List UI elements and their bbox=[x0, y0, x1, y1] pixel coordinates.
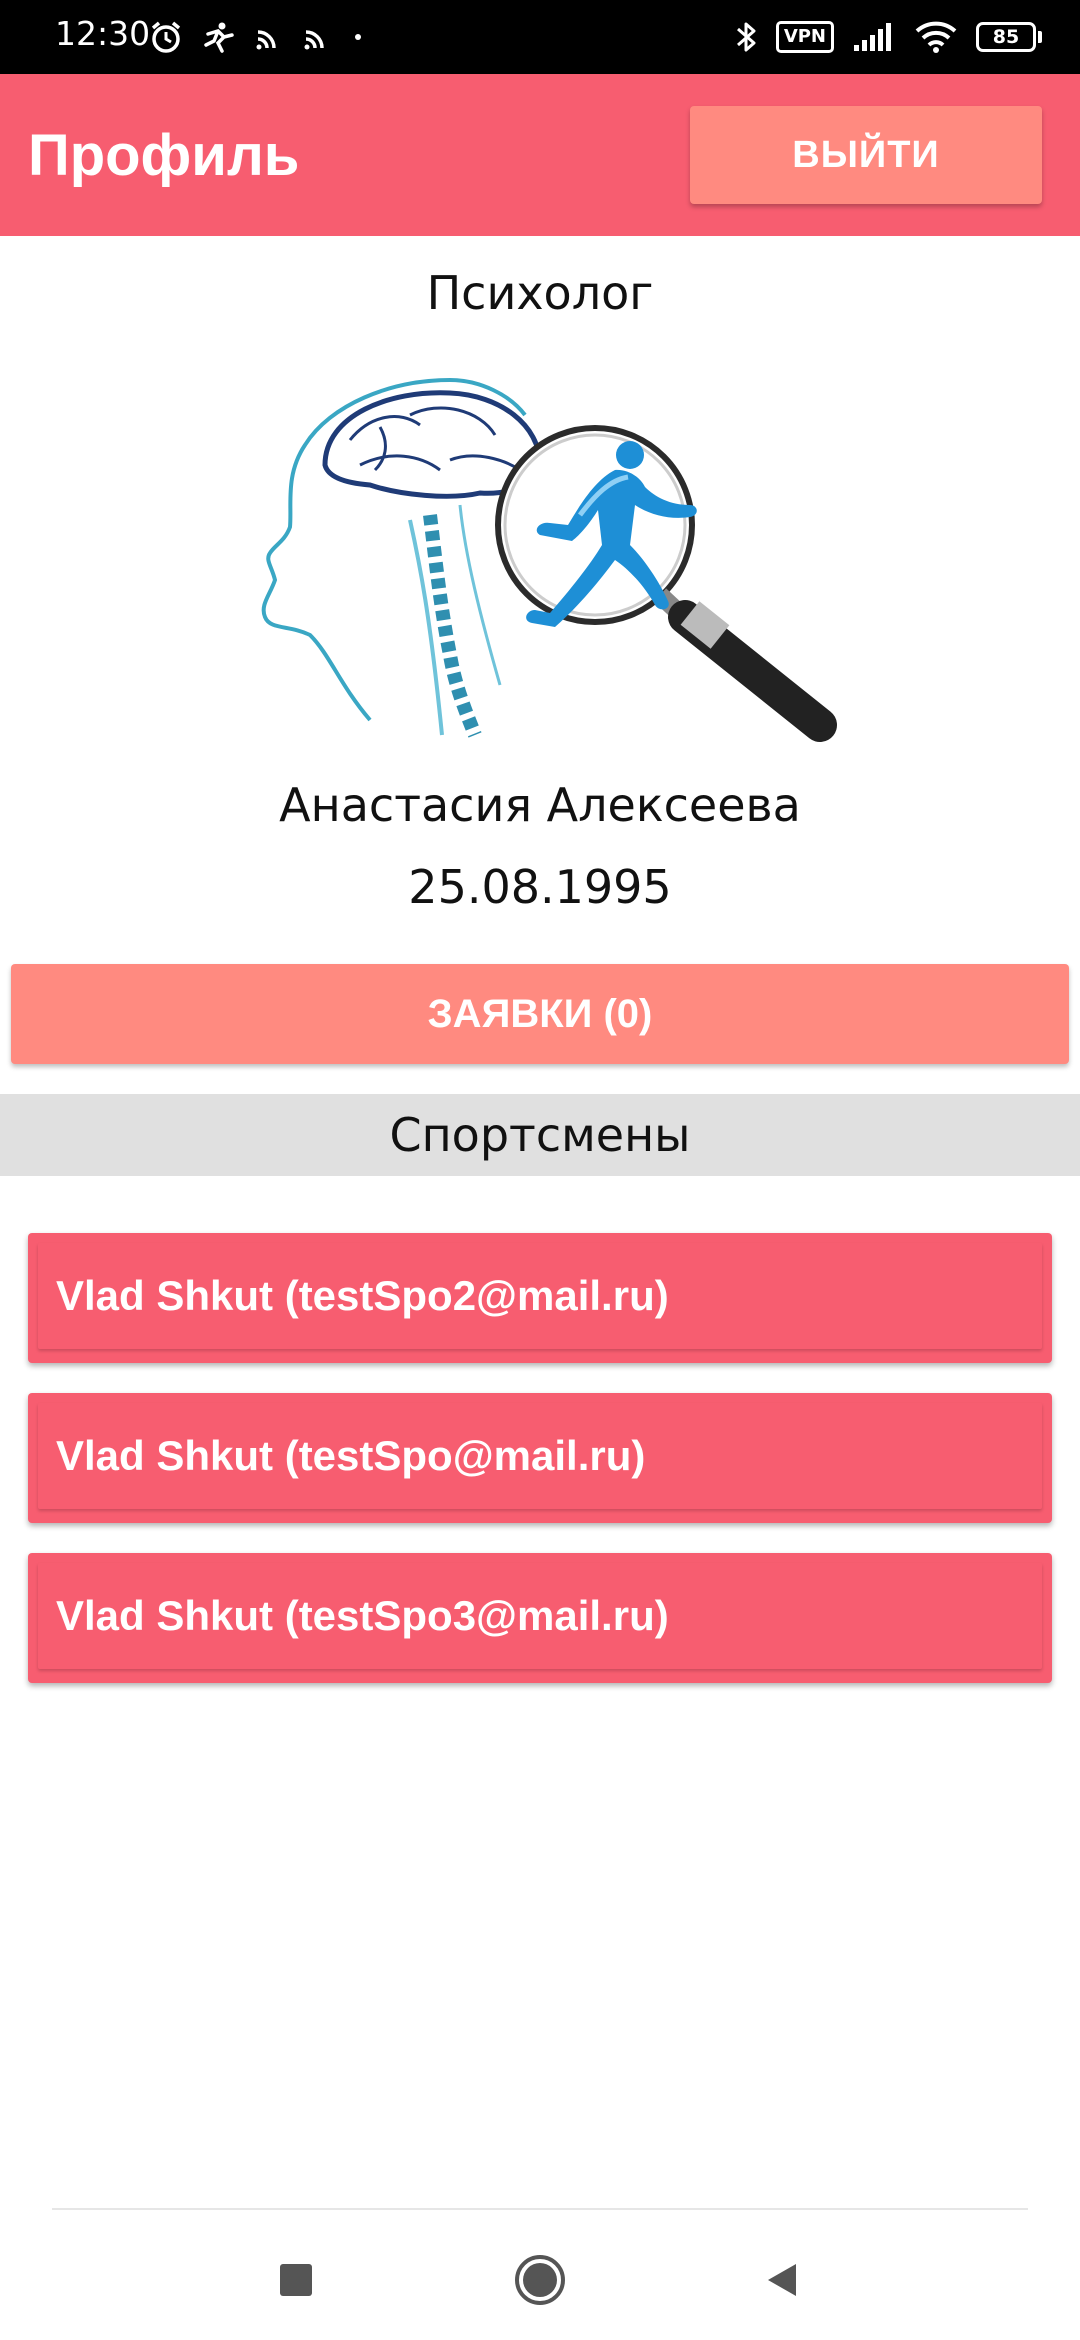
page-title: Профиль bbox=[28, 123, 300, 188]
cast-icon bbox=[254, 22, 284, 52]
athlete-list-item[interactable]: Vlad Shkut (testSpo2@mail.ru) bbox=[28, 1233, 1052, 1363]
psychology-illustration bbox=[261, 377, 837, 742]
notification-dot-icon bbox=[350, 29, 366, 45]
profile-role: Психолог bbox=[426, 266, 654, 320]
nav-divider bbox=[52, 2208, 1028, 2210]
athlete-label: Vlad Shkut (testSpo@mail.ru) bbox=[38, 1403, 1042, 1509]
status-time: 12:30 bbox=[55, 14, 151, 53]
vpn-badge: VPN bbox=[775, 21, 834, 53]
status-left-icons bbox=[148, 16, 366, 58]
app-bar: Профиль ВЫЙТИ bbox=[0, 74, 1080, 236]
battery-indicator: 85 bbox=[976, 22, 1042, 52]
athlete-label: Vlad Shkut (testSpo3@mail.ru) bbox=[38, 1563, 1042, 1669]
athlete-label: Vlad Shkut (testSpo2@mail.ru) bbox=[38, 1243, 1042, 1349]
battery-level: 85 bbox=[976, 22, 1036, 52]
status-bar: 12:30 VPN 85 bbox=[0, 0, 1080, 74]
status-right-icons: VPN 85 bbox=[734, 14, 1042, 60]
wifi-icon bbox=[914, 20, 958, 54]
requests-button[interactable]: ЗАЯВКИ (0) bbox=[11, 964, 1069, 1064]
battery-tip bbox=[1038, 31, 1042, 43]
athletes-section-header: Спортсмены bbox=[0, 1094, 1080, 1176]
system-navigation-bar bbox=[0, 2208, 1080, 2340]
alarm-clock-icon bbox=[148, 19, 184, 55]
back-triangle-icon[interactable] bbox=[752, 2250, 812, 2310]
athlete-list-item[interactable]: Vlad Shkut (testSpo@mail.ru) bbox=[28, 1393, 1052, 1523]
recents-square-icon[interactable] bbox=[266, 2250, 326, 2310]
profile-birth-date: 25.08.1995 bbox=[408, 860, 672, 914]
profile-name: Анастасия Алексеева bbox=[279, 778, 801, 832]
cast-icon bbox=[302, 22, 332, 52]
bluetooth-icon bbox=[734, 19, 758, 55]
athlete-list-item[interactable]: Vlad Shkut (testSpo3@mail.ru) bbox=[28, 1553, 1052, 1683]
running-person-icon bbox=[202, 20, 236, 54]
home-circle-icon[interactable] bbox=[510, 2250, 570, 2310]
signal-strength-icon bbox=[852, 21, 896, 53]
logout-button[interactable]: ВЫЙТИ bbox=[690, 106, 1042, 204]
athletes-list: Vlad Shkut (testSpo2@mail.ru) Vlad Shkut… bbox=[28, 1233, 1052, 1713]
